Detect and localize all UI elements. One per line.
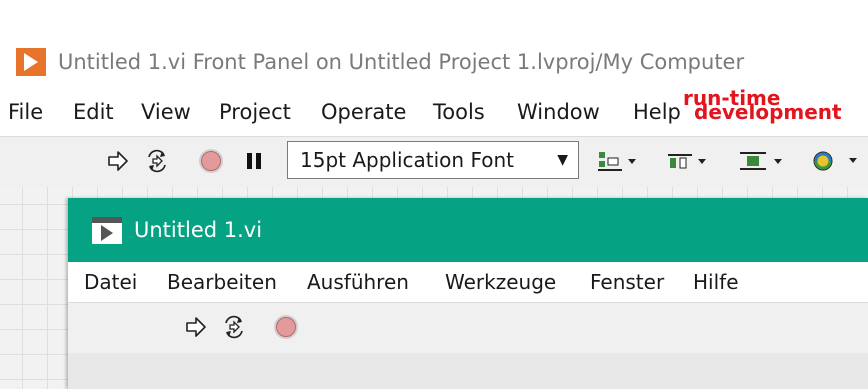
menu-bearbeiten[interactable]: Bearbeiten <box>167 262 277 302</box>
menu-fenster[interactable]: Fenster <box>590 262 664 302</box>
font-select[interactable]: 15pt Application Font ▼ <box>287 141 579 179</box>
menu-project[interactable]: Project <box>219 90 291 134</box>
menu-hilfe[interactable]: Hilfe <box>693 262 739 302</box>
run-continuously-icon[interactable] <box>220 313 248 341</box>
runtime-toolbar <box>68 302 868 354</box>
window-title: Untitled 1.vi Front Panel on Untitled Pr… <box>58 50 745 74</box>
runtime-menu-bar: Datei Bearbeiten Ausführen Werkzeuge Fen… <box>68 262 868 302</box>
font-select-value: 15pt Application Font <box>300 148 514 172</box>
run-arrow-icon[interactable] <box>182 313 210 341</box>
menu-file[interactable]: File <box>8 90 43 134</box>
runtime-titlebar[interactable]: Untitled 1.vi <box>68 198 868 262</box>
run-continuously-icon[interactable] <box>143 147 171 175</box>
menu-ausfuehren[interactable]: Ausführen <box>307 262 409 302</box>
menu-view[interactable]: View <box>141 90 191 134</box>
runtime-panel-body[interactable] <box>68 353 868 389</box>
labview-logo-icon <box>16 48 46 76</box>
menu-help[interactable]: Help <box>633 90 681 134</box>
run-arrow-icon[interactable] <box>104 147 132 175</box>
reorder-icon[interactable] <box>811 147 863 175</box>
abort-icon[interactable] <box>272 313 300 341</box>
runtime-window-title: Untitled 1.vi <box>134 218 263 242</box>
menu-werkzeuge[interactable]: Werkzeuge <box>445 262 556 302</box>
resize-objects-icon[interactable] <box>737 147 787 175</box>
menu-operate[interactable]: Operate <box>321 90 406 134</box>
distribute-objects-icon[interactable] <box>665 147 711 175</box>
menu-tools[interactable]: Tools <box>433 90 485 134</box>
align-objects-icon[interactable] <box>595 147 641 175</box>
abort-icon[interactable] <box>197 147 225 175</box>
chevron-down-icon: ▼ <box>557 152 568 168</box>
menu-datei[interactable]: Datei <box>84 262 137 302</box>
runtime-window: Untitled 1.vi Datei Bearbeiten Ausführen… <box>68 198 868 389</box>
toolbar: 15pt Application Font ▼ <box>0 136 868 187</box>
pause-icon[interactable] <box>240 147 268 175</box>
annotation-runtime: run-time <box>683 86 781 110</box>
menu-edit[interactable]: Edit <box>73 90 114 134</box>
menu-window[interactable]: Window <box>517 90 600 134</box>
vi-icon <box>92 217 122 244</box>
